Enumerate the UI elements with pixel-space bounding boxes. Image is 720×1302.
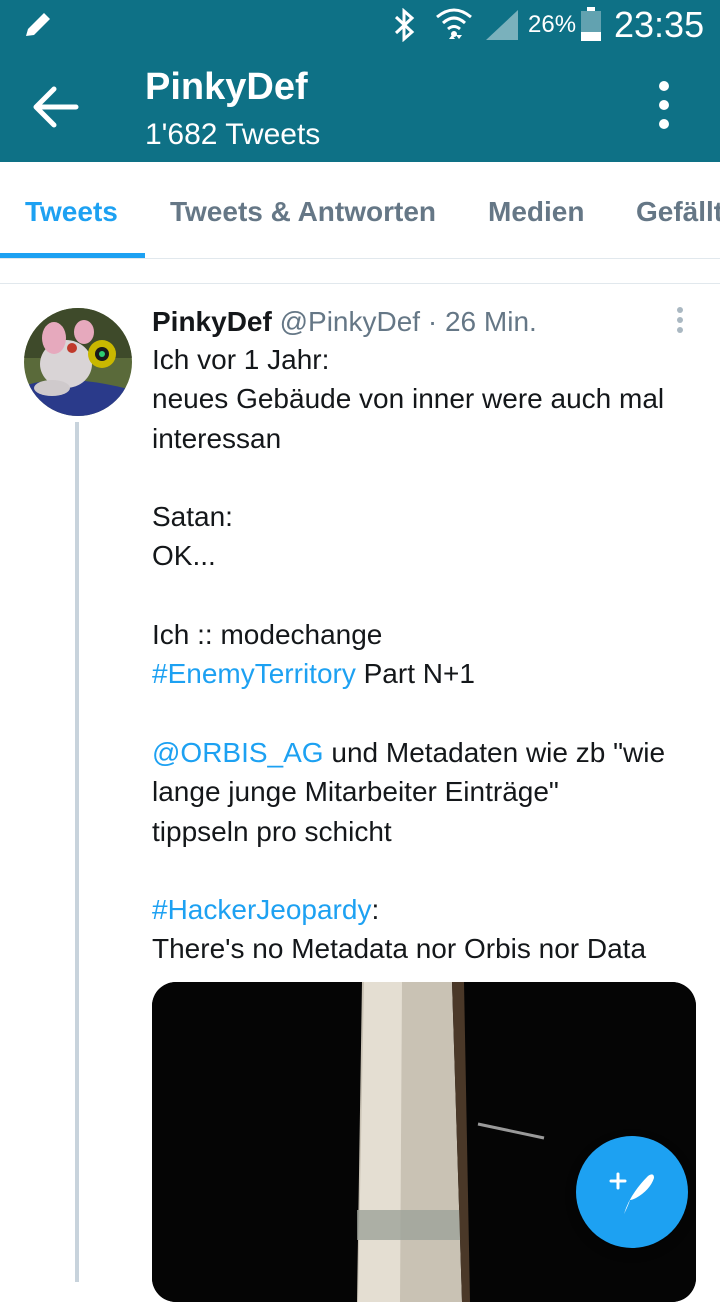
tweet-line: neues Gebäude von inner were auch mal: [152, 383, 665, 415]
author-handle[interactable]: @PinkyDef: [280, 306, 420, 337]
app-bar: PinkyDef 1'682 Tweets: [0, 50, 720, 162]
signal-icon: [486, 10, 518, 40]
tweet-text: Ich vor 1 Jahr: neues Gebäude von inner …: [152, 340, 712, 969]
battery-percent: 26%: [528, 11, 577, 38]
hashtag-link[interactable]: #EnemyTerritory: [152, 658, 356, 689]
compose-tweet-button[interactable]: [576, 1136, 688, 1248]
tweet-line: tippseln pro schicht: [152, 815, 392, 847]
tweet-line: There's no Metadata nor Orbis nor Data: [152, 933, 647, 965]
tweet-line: Ich :: modechange: [152, 619, 383, 651]
tweet-header: PinkyDef @PinkyDef · 26 Min.: [152, 306, 537, 338]
arrow-left-icon[interactable]: [26, 82, 84, 132]
author-name[interactable]: PinkyDef: [152, 306, 272, 337]
tab-likes[interactable]: Gefällt: [636, 196, 720, 228]
tweet-line: interessan: [152, 422, 282, 454]
tweet-line-text: und Metadaten wie zb "wie: [323, 736, 666, 768]
active-tab-indicator: [0, 253, 145, 258]
profile-title: PinkyDef: [145, 66, 308, 108]
tweet-menu-icon[interactable]: [670, 306, 690, 336]
mention-link[interactable]: @ORBIS_AG: [152, 737, 324, 768]
tweet-line: #EnemyTerritory Part N+1: [152, 654, 712, 693]
clock: 23:35: [614, 4, 705, 45]
battery-icon: [581, 7, 601, 41]
thread-line: [75, 422, 79, 1282]
avatar[interactable]: [24, 308, 132, 416]
tweet-line: lange junge Mitarbeiter Einträge": [152, 776, 559, 808]
divider: [0, 259, 720, 284]
bluetooth-icon: [394, 8, 415, 42]
tab-media[interactable]: Medien: [488, 196, 584, 228]
compose-tweet-icon: [609, 1172, 654, 1214]
tab-tweets[interactable]: Tweets: [25, 196, 118, 228]
tweet-line-text: :: [371, 894, 380, 926]
tweet-line-text: Part N+1: [355, 658, 475, 690]
tab-tweets-and-replies[interactable]: Tweets & Antworten: [170, 196, 436, 228]
tweet-line: Ich vor 1 Jahr:: [152, 344, 330, 375]
hashtag-link[interactable]: #HackerJeopardy: [152, 894, 371, 925]
pencil-icon: [26, 13, 50, 36]
tweet-line: #HackerJeopardy:: [152, 890, 712, 929]
wifi-icon: [436, 8, 472, 39]
tweet-count: 1'682 Tweets: [145, 118, 321, 151]
tweet-line: Satan:: [152, 501, 233, 533]
tweet-line: @ORBIS_AG und Metadaten wie zb "wie: [152, 733, 712, 772]
tweet-line: OK...: [152, 540, 216, 572]
separator-dot: ·: [427, 306, 438, 337]
tweet[interactable]: PinkyDef @PinkyDef · 26 Min. Ich vor 1 J…: [0, 284, 720, 1302]
status-bar: 26% 23:35: [0, 0, 720, 50]
tweet-time: 26 Min.: [444, 306, 537, 337]
profile-tabs: Tweets Tweets & Antworten Medien Gefällt: [0, 162, 720, 259]
more-vertical-icon[interactable]: [650, 78, 678, 134]
